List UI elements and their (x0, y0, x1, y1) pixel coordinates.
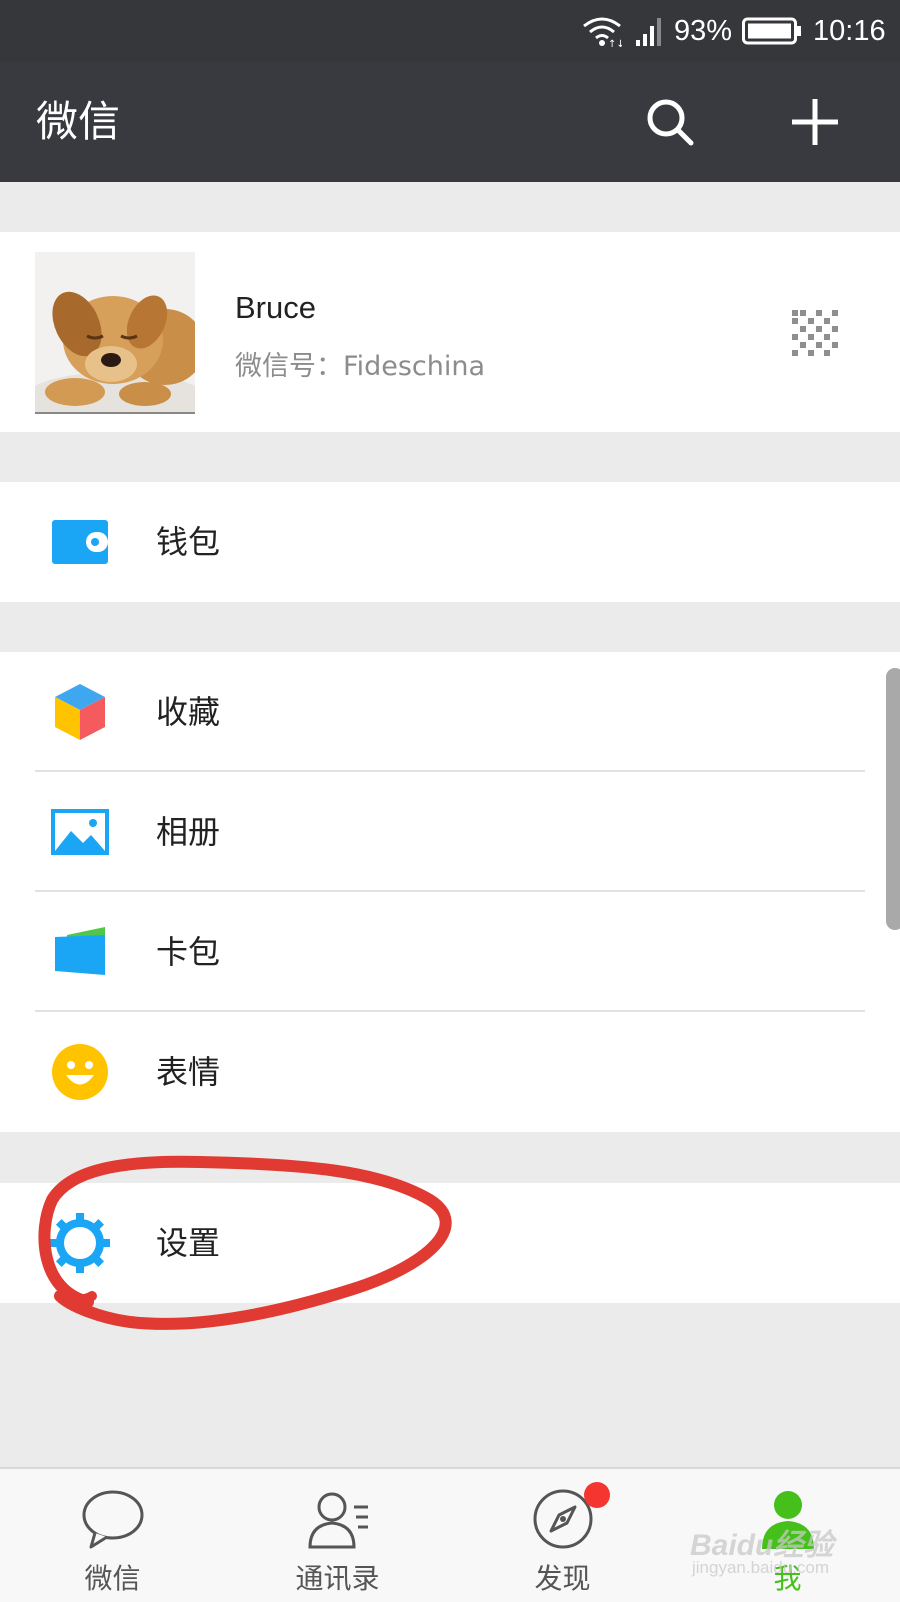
title-bar: 微信 (0, 62, 900, 182)
wallet-icon (50, 512, 110, 572)
tab-label: 发现 (534, 1562, 591, 1595)
watermark-url: jingyan.baidu.com (692, 1558, 830, 1577)
smiley-icon (50, 1042, 110, 1102)
menu-item-album[interactable]: 相册 (0, 772, 900, 892)
menu-item-label: 设置 (156, 1224, 221, 1262)
profile-card[interactable]: Bruce 微信号：Fideschina (0, 232, 900, 432)
search-icon (647, 99, 694, 146)
menu-item-settings[interactable]: 设置 (0, 1183, 900, 1303)
battery-percent: 93% (674, 14, 733, 47)
wallet-group: 钱包 (0, 482, 900, 602)
card-icon (50, 922, 110, 982)
puppy-avatar (35, 252, 195, 412)
battery-icon (742, 0, 802, 62)
menu-item-label: 相册 (156, 813, 221, 851)
status-bar: ↑↓ 93% 10:16 (0, 0, 900, 62)
settings-group: 设置 (0, 1183, 900, 1303)
menu-item-stickers[interactable]: 表情 (0, 1012, 900, 1132)
menu-item-label: 表情 (156, 1053, 221, 1091)
tab-label: 通讯录 (295, 1562, 380, 1595)
features-group: 收藏 相册 卡包 表情 (0, 652, 900, 1132)
photo-icon (50, 802, 110, 862)
notification-badge (584, 1482, 610, 1508)
menu-item-favorites[interactable]: 收藏 (0, 652, 900, 772)
tab-discover[interactable]: 发现 (450, 1469, 675, 1602)
add-button[interactable] (783, 90, 847, 154)
tab-label: 微信 (84, 1562, 141, 1595)
search-button[interactable] (638, 90, 702, 154)
tab-contacts[interactable]: 通讯录 (225, 1469, 450, 1602)
cube-icon (50, 682, 110, 742)
menu-item-label: 卡包 (156, 933, 221, 971)
menu-item-label: 收藏 (156, 693, 221, 731)
menu-item-wallet[interactable]: 钱包 (0, 482, 900, 602)
avatar[interactable] (35, 252, 195, 414)
profile-name: Bruce (235, 290, 316, 325)
tab-chats[interactable]: 微信 (0, 1469, 225, 1602)
menu-item-label: 钱包 (156, 523, 221, 561)
page-title: 微信 (36, 97, 121, 146)
signal-icon (636, 0, 662, 62)
menu-item-card-pack[interactable]: 卡包 (0, 892, 900, 1012)
plus-icon (792, 99, 838, 145)
clock: 10:16 (813, 14, 886, 47)
scrollbar-thumb[interactable] (886, 668, 900, 930)
svg-text:↑↓: ↑↓ (608, 39, 622, 48)
qr-code-icon[interactable] (792, 310, 838, 356)
wifi-icon: ↑↓ (582, 0, 622, 62)
wechat-id: 微信号：Fideschina (235, 351, 486, 382)
contacts-icon (307, 1492, 368, 1549)
gear-icon (50, 1213, 110, 1273)
chat-bubble-icon (82, 1490, 143, 1549)
